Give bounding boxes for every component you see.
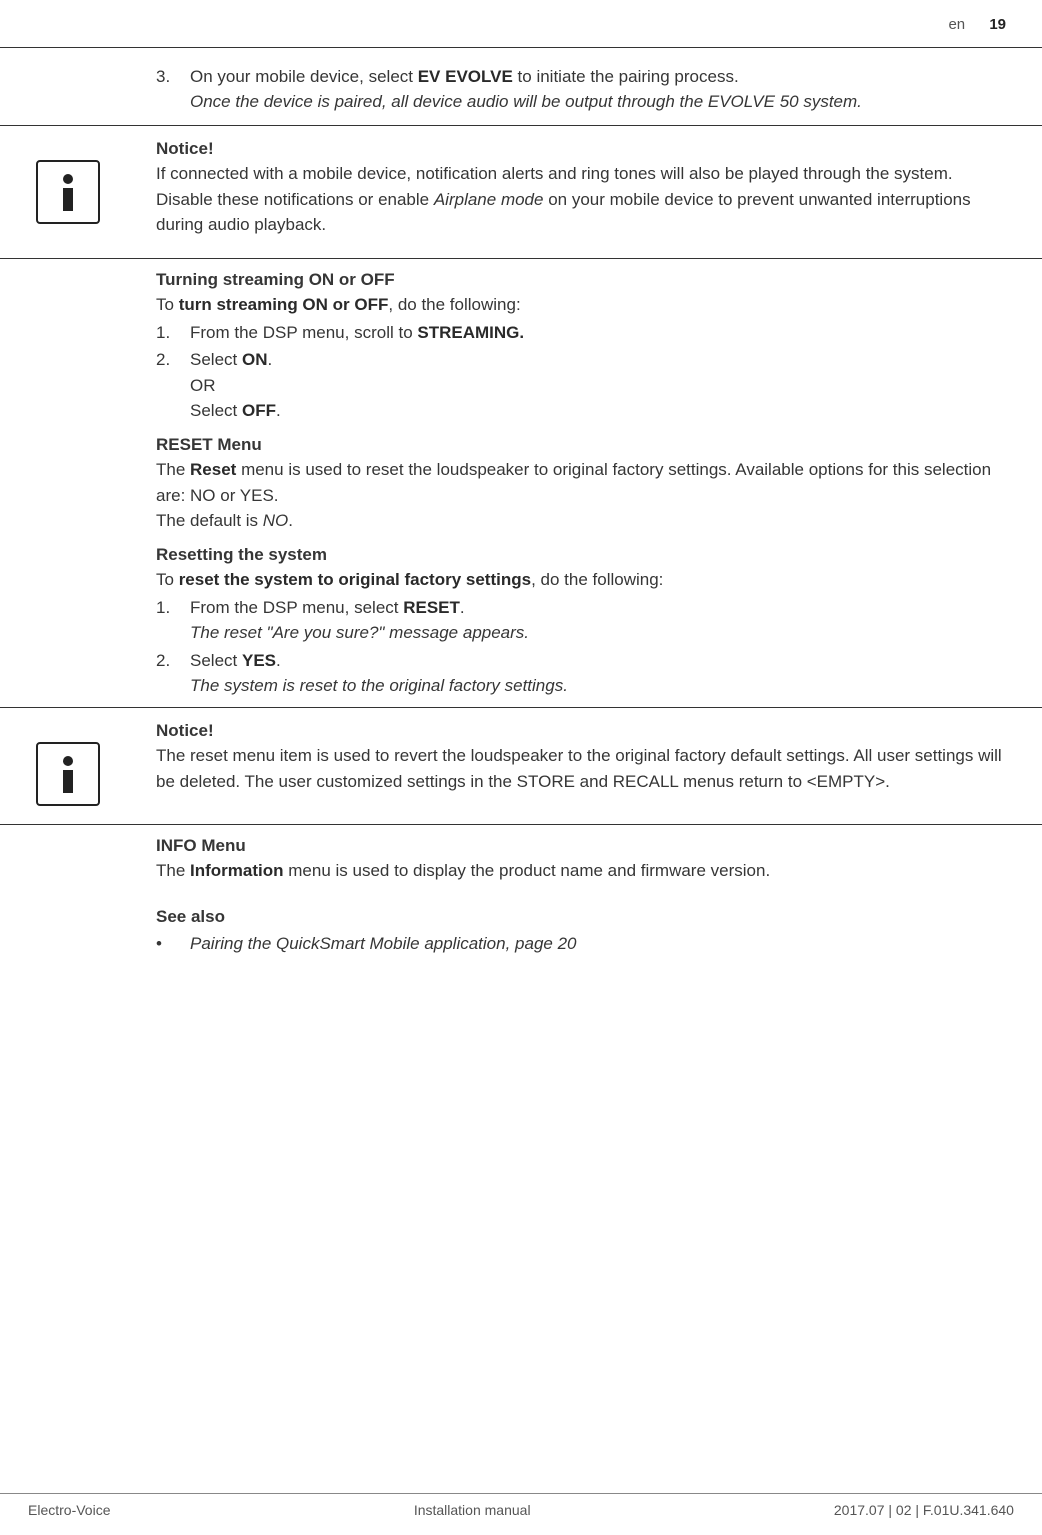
notice-block-2: Notice! The reset menu item is used to r… xyxy=(0,708,1042,816)
info-p: The Information menu is used to display … xyxy=(156,858,1014,884)
step-text: Select YES. The system is reset to the o… xyxy=(190,648,1014,699)
step-3: 3. On your mobile device, select EV EVOL… xyxy=(156,64,1014,115)
stream-step-2: 2. Select ON. OR Select OFF. xyxy=(156,347,1014,424)
notice-title: Notice! xyxy=(156,136,1014,162)
streaming-steps: 1. From the DSP menu, scroll to STREAMIN… xyxy=(156,320,1014,424)
resetting-intro-b: reset the system to original factory set… xyxy=(179,570,531,589)
reset-p1b: Reset xyxy=(190,460,236,479)
s2b: ON xyxy=(242,350,268,369)
s1b: STREAMING. xyxy=(417,323,524,342)
step3-text-a: On your mobile device, select xyxy=(190,67,418,86)
step3-bold: EV EVOLVE xyxy=(418,67,513,86)
s2f: . xyxy=(276,401,281,420)
divider xyxy=(0,258,1042,259)
step-number: 2. xyxy=(156,347,190,424)
stream-intro-c: , do the following: xyxy=(388,295,520,314)
notice1-p2i: Airplane mode xyxy=(434,190,544,209)
info-icon xyxy=(36,160,100,224)
page-header: en 19 xyxy=(0,0,1042,48)
streaming-intro: To turn streaming ON or OFF, do the foll… xyxy=(156,292,1014,318)
rs2c: . xyxy=(276,651,281,670)
resetting-intro: To reset the system to original factory … xyxy=(156,567,1014,593)
rs2i: The system is reset to the original fact… xyxy=(190,673,1014,699)
header-lang: en xyxy=(948,16,965,33)
footer-center: Installation manual xyxy=(414,1500,531,1521)
notice1-p2: Disable these notifications or enable Ai… xyxy=(156,187,1014,238)
reset-p1: The Reset menu is used to reset the loud… xyxy=(156,457,1014,508)
info-p-a: The xyxy=(156,861,190,880)
stream-intro-b: turn streaming ON or OFF xyxy=(179,295,389,314)
rs1b: RESET xyxy=(403,598,460,617)
step-text: From the DSP menu, scroll to STREAMING. xyxy=(190,320,1014,346)
streaming-section: Turning streaming ON or OFF To turn stre… xyxy=(156,267,1014,699)
step-number: 3. xyxy=(156,64,190,115)
notice-text: Notice! If connected with a mobile devic… xyxy=(156,136,1014,238)
step-text: From the DSP menu, select RESET. The res… xyxy=(190,595,1014,646)
notice1-p1: If connected with a mobile device, notif… xyxy=(156,161,1014,187)
reset-p2i: NO xyxy=(263,511,289,530)
bullet: • xyxy=(156,931,190,957)
notice-block-1: Notice! If connected with a mobile devic… xyxy=(0,126,1042,248)
step-3-block: 3. On your mobile device, select EV EVOL… xyxy=(156,64,1014,115)
step-text: Select ON. OR Select OFF. xyxy=(190,347,1014,424)
streaming-title: Turning streaming ON or OFF xyxy=(156,267,1014,293)
info-p-c: menu is used to display the product name… xyxy=(284,861,771,880)
rs1i: The reset "Are you sure?" message appear… xyxy=(190,620,1014,646)
s2or: OR xyxy=(190,373,1014,399)
stream-intro-a: To xyxy=(156,295,179,314)
step3-text-post: to initiate the pairing process. xyxy=(513,67,739,86)
step3-result: Once the device is paired, all device au… xyxy=(190,89,1014,115)
see-also-item: • Pairing the QuickSmart Mobile applicat… xyxy=(156,931,1014,957)
see-also-text: Pairing the QuickSmart Mobile applicatio… xyxy=(190,931,577,957)
reset-p1a: The xyxy=(156,460,190,479)
reset-p1c: menu is used to reset the loudspeaker to… xyxy=(156,460,991,505)
see-also-title: See also xyxy=(156,904,1014,930)
reset-menu-title: RESET Menu xyxy=(156,432,1014,458)
rs1a: From the DSP menu, select xyxy=(190,598,403,617)
resetting-steps: 1. From the DSP menu, select RESET. The … xyxy=(156,595,1014,699)
notice2-body: The reset menu item is used to revert th… xyxy=(156,743,1014,794)
reset-p2a: The default is xyxy=(156,511,263,530)
step-number: 1. xyxy=(156,595,190,646)
reset-p2b: . xyxy=(288,511,293,530)
resetting-intro-c: , do the following: xyxy=(531,570,663,589)
footer-left: Electro-Voice xyxy=(28,1500,110,1521)
resetting-title: Resetting the system xyxy=(156,542,1014,568)
info-p-b: Information xyxy=(190,861,284,880)
notice-icon-column xyxy=(28,136,156,238)
divider xyxy=(0,824,1042,825)
rs1c: . xyxy=(460,598,465,617)
s2c: . xyxy=(267,350,272,369)
footer-right: 2017.07 | 02 | F.01U.341.640 xyxy=(834,1500,1014,1521)
info-section: INFO Menu The Information menu is used t… xyxy=(156,833,1014,957)
s2e: OFF xyxy=(242,401,276,420)
page-footer: Electro-Voice Installation manual 2017.0… xyxy=(0,1493,1042,1521)
step-number: 2. xyxy=(156,648,190,699)
notice-title: Notice! xyxy=(156,718,1014,744)
s2a: Select xyxy=(190,350,242,369)
reset-p2: The default is NO. xyxy=(156,508,1014,534)
notice-text: Notice! The reset menu item is used to r… xyxy=(156,718,1014,806)
rs2a: Select xyxy=(190,651,242,670)
rs2b: YES xyxy=(242,651,276,670)
s2d: Select xyxy=(190,401,242,420)
document-page: en 19 3. On your mobile device, select E… xyxy=(0,0,1042,1535)
notice-icon-column xyxy=(28,718,156,806)
s2-off: Select OFF. xyxy=(190,398,1014,424)
info-menu-title: INFO Menu xyxy=(156,833,1014,859)
step-number: 1. xyxy=(156,320,190,346)
s1a: From the DSP menu, scroll to xyxy=(190,323,417,342)
step-text: On your mobile device, select EV EVOLVE … xyxy=(190,64,1014,115)
resetting-intro-a: To xyxy=(156,570,179,589)
info-icon xyxy=(36,742,100,806)
resetting-step-2: 2. Select YES. The system is reset to th… xyxy=(156,648,1014,699)
stream-step-1: 1. From the DSP menu, scroll to STREAMIN… xyxy=(156,320,1014,346)
notice1-p2a: Disable these notifications or enable xyxy=(156,190,434,209)
page-number: 19 xyxy=(989,16,1006,33)
resetting-step-1: 1. From the DSP menu, select RESET. The … xyxy=(156,595,1014,646)
